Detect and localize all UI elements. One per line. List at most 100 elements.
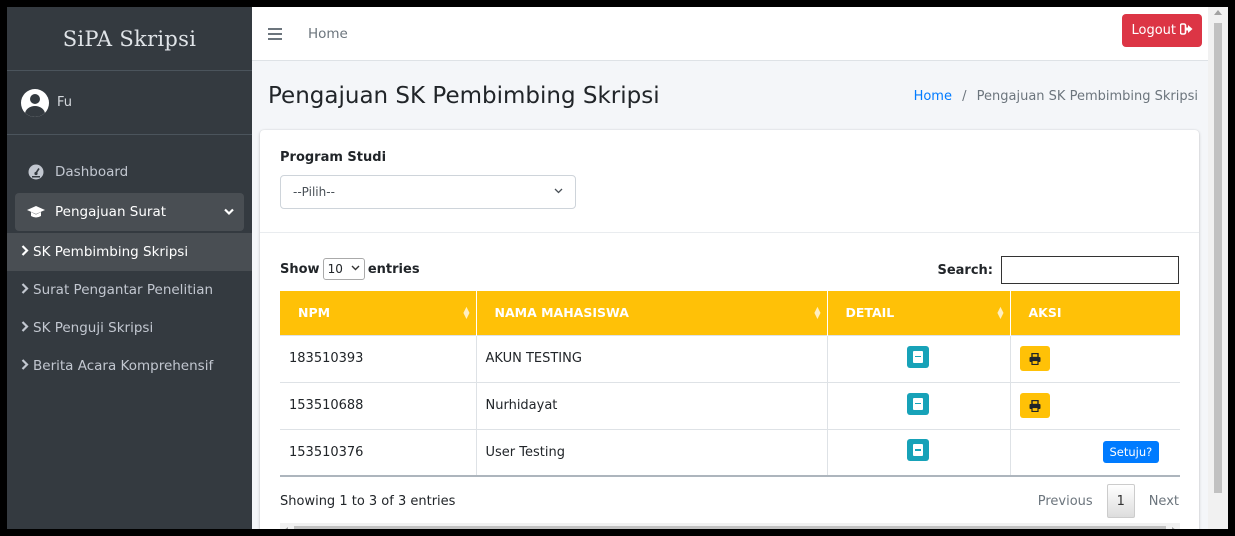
graduation-cap-icon — [27, 203, 45, 221]
sidebar-item-sk-penguji[interactable]: SK Penguji Skripsi — [7, 309, 252, 347]
sidebar-item-dashboard[interactable]: Dashboard — [15, 153, 244, 191]
page-scrollbar[interactable] — [1208, 7, 1228, 529]
book-icon[interactable] — [906, 392, 929, 415]
main-card: Program Studi --Pilih-- Show 10 entries — [260, 130, 1199, 529]
search-label: Search: — [937, 262, 993, 278]
program-studi-label: Program Studi — [280, 150, 387, 165]
cell-nama: Nurhidayat — [476, 381, 828, 429]
breadcrumb-home-link[interactable]: Home — [914, 89, 952, 104]
sign-out-icon — [1179, 23, 1193, 38]
sidebar-item-label: Pengajuan Surat — [55, 204, 167, 220]
table-info: Showing 1 to 3 of 3 entries — [280, 494, 456, 509]
user-avatar-icon — [21, 88, 49, 117]
user-panel[interactable]: Fu — [7, 71, 252, 135]
sort-icon: ▲ ▼ — [814, 305, 821, 320]
scrollbar-thumb[interactable] — [1214, 23, 1222, 493]
cell-detail — [827, 381, 1011, 429]
sort-icon: ▲ ▼ — [463, 305, 470, 320]
breadcrumb-current: Pengajuan SK Pembimbing Skripsi — [976, 89, 1198, 104]
chevron-right-icon — [21, 282, 29, 298]
table-row: 153510376 User Testing Setuju? — [280, 428, 1180, 477]
sidebar-item-label: Berita Acara Komprehensif — [33, 358, 214, 374]
sidebar-item-pengajuan-surat[interactable]: Pengajuan Surat — [15, 193, 244, 231]
sidebar-nav: Dashboard Pengajuan Surat SK Pembimbing … — [7, 135, 252, 385]
pagination: Previous 1 Next — [1024, 484, 1179, 518]
logout-label: Logout — [1131, 23, 1176, 38]
length-value: 10 — [327, 262, 343, 276]
sort-icon: ▲ ▼ — [997, 305, 1004, 320]
table-row: 153510688 Nurhidayat — [280, 381, 1180, 429]
cell-nama: User Testing — [476, 428, 828, 477]
hamburger-icon[interactable] — [268, 27, 282, 40]
cell-aksi: Setuju? — [1010, 428, 1180, 477]
sidebar-item-sk-pembimbing[interactable]: SK Pembimbing Skripsi — [7, 233, 252, 271]
sidebar-item-label: SK Pembimbing Skripsi — [33, 244, 189, 260]
table-header-row: NPM ▲ ▼ NAMA MAHASISWA ▲ ▼ DETAIL ▲ ▼ AKSI — [280, 291, 1180, 335]
data-table: NPM ▲ ▼ NAMA MAHASISWA ▲ ▼ DETAIL ▲ ▼ AKSI 183… — [280, 291, 1180, 477]
scroll-left-icon[interactable] — [284, 527, 288, 529]
navbar-home-link[interactable]: Home — [308, 26, 348, 42]
content-header: Pengajuan SK Pembimbing Skripsi Home / P… — [252, 61, 1208, 131]
search-control: Search: — [937, 256, 1179, 284]
brand-text: SiPA Skripsi — [62, 26, 197, 51]
program-studi-select[interactable]: --Pilih-- — [280, 175, 576, 209]
chevron-down-icon — [224, 206, 234, 219]
print-icon[interactable] — [1019, 346, 1050, 371]
book-icon[interactable] — [906, 345, 929, 368]
setuju-button[interactable]: Setuju? — [1102, 441, 1160, 464]
column-label: AKSI — [1028, 305, 1062, 321]
cell-detail — [827, 428, 1011, 477]
print-icon[interactable] — [1019, 393, 1050, 418]
filter-section: Program Studi --Pilih-- — [260, 130, 1199, 233]
sidebar-item-surat-pengantar[interactable]: Surat Pengantar Penelitian — [7, 271, 252, 309]
chevron-right-icon — [21, 244, 29, 260]
cell-npm: 153510688 — [280, 381, 477, 429]
previous-page-button[interactable]: Previous — [1024, 494, 1107, 509]
cell-aksi — [1010, 381, 1180, 429]
sidebar-item-berita-acara[interactable]: Berita Acara Komprehensif — [7, 347, 252, 385]
column-header-nama[interactable]: NAMA MAHASISWA ▲ ▼ — [476, 291, 828, 335]
sidebar-item-label: Dashboard — [55, 164, 129, 180]
scroll-right-icon[interactable] — [1172, 527, 1176, 529]
user-name: Fu — [57, 95, 73, 110]
cell-nama: AKUN TESTING — [476, 334, 828, 382]
chevron-down-icon — [351, 264, 360, 274]
cell-npm: 183510393 — [280, 334, 477, 382]
scrollbar-thumb[interactable] — [294, 526, 1166, 529]
length-control: Show 10 entries — [280, 258, 420, 280]
sidebar-item-label: Surat Pengantar Penelitian — [33, 282, 214, 298]
sidebar: SiPA Skripsi Fu Dashboard Pengajuan Sura… — [7, 7, 252, 529]
app-window: SiPA Skripsi Fu Dashboard Pengajuan Sura… — [7, 7, 1228, 529]
table-row: 183510393 AKUN TESTING — [280, 334, 1180, 382]
breadcrumb-separator: / — [962, 89, 967, 104]
datatable-controls: Show 10 entries Search: — [280, 254, 1179, 284]
page-1-button[interactable]: 1 — [1106, 484, 1135, 518]
scroll-up-icon[interactable] — [1214, 10, 1222, 15]
logout-button[interactable]: Logout — [1122, 14, 1202, 47]
column-header-aksi[interactable]: AKSI — [1010, 291, 1180, 335]
next-page-button[interactable]: Next — [1135, 494, 1179, 509]
entries-label: entries — [367, 261, 420, 277]
table-horizontal-scrollbar[interactable] — [280, 523, 1180, 529]
cell-aksi — [1010, 334, 1180, 382]
search-input[interactable] — [1001, 256, 1179, 284]
page-title: Pengajuan SK Pembimbing Skripsi — [268, 83, 660, 109]
column-header-npm[interactable]: NPM ▲ ▼ — [280, 291, 477, 335]
select-value: --Pilih-- — [293, 185, 335, 199]
entries-length-select[interactable]: 10 — [322, 258, 365, 280]
column-label: DETAIL — [845, 305, 895, 321]
chevron-right-icon — [21, 320, 29, 336]
book-icon[interactable] — [906, 439, 929, 462]
breadcrumb: Home / Pengajuan SK Pembimbing Skripsi — [914, 89, 1198, 104]
chevron-right-icon — [21, 358, 29, 374]
column-label: NAMA MAHASISWA — [494, 305, 629, 321]
column-header-detail[interactable]: DETAIL ▲ ▼ — [827, 291, 1011, 335]
cell-detail — [827, 334, 1011, 382]
sidebar-item-label: SK Penguji Skripsi — [33, 320, 154, 336]
column-label: NPM — [298, 305, 331, 321]
cell-npm: 153510376 — [280, 428, 477, 477]
chevron-down-icon — [554, 186, 563, 197]
top-navbar: Home Logout — [252, 7, 1208, 61]
brand-logo[interactable]: SiPA Skripsi — [7, 7, 252, 71]
show-label: Show — [280, 261, 320, 277]
